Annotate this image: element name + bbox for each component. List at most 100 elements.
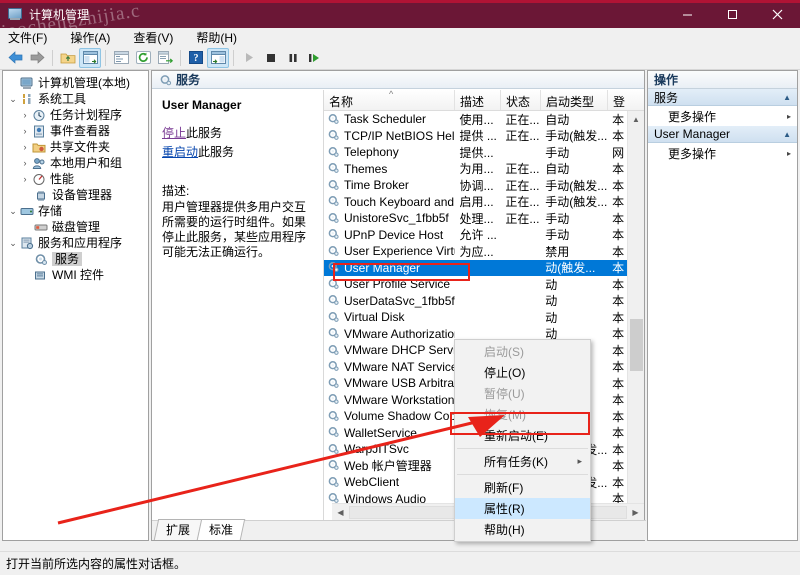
restart-service-icon[interactable]: [304, 48, 326, 68]
pause-service-icon[interactable]: [282, 48, 304, 68]
sort-ascending-icon: ^: [389, 90, 394, 99]
maximize-button[interactable]: [710, 0, 755, 28]
actions-group-title: User Manager: [654, 127, 731, 141]
chevron-up-icon[interactable]: ▲: [783, 93, 791, 102]
context-menu-item[interactable]: 属性(R): [455, 498, 590, 519]
scroll-right-icon[interactable]: ▶: [627, 508, 644, 517]
context-menu-item[interactable]: 刷新(F): [455, 477, 590, 498]
tree-item-label: 事件查看器: [50, 124, 111, 138]
table-row[interactable]: UnistoreSvc_1fbb5f 处理... 正在... 手动 本: [324, 210, 627, 227]
actions-group-services[interactable]: 服务 ▲: [648, 89, 797, 106]
service-gear-icon: [327, 311, 341, 324]
tree-item-services[interactable]: 服务: [3, 251, 148, 267]
context-menu-item[interactable]: 所有任务(K) ▸: [455, 451, 590, 472]
tree-item-wmi-control[interactable]: WMI 控件: [3, 267, 148, 283]
tree-item-storage[interactable]: ⌄ 存储: [3, 203, 148, 219]
cell-name: VMware NAT Service: [324, 360, 455, 374]
up-folder-icon[interactable]: [57, 48, 79, 68]
show-console-tree-icon[interactable]: [79, 47, 101, 68]
expander-collapsed[interactable]: ›: [19, 141, 31, 153]
table-row[interactable]: Task Scheduler 使用... 正在... 自动 本: [324, 111, 627, 128]
expander-collapsed[interactable]: ›: [19, 125, 31, 137]
cell-name: WebClient: [324, 475, 455, 489]
expander[interactable]: [7, 77, 19, 89]
column-header-description[interactable]: 描述: [455, 90, 501, 110]
back-icon[interactable]: [4, 48, 26, 68]
column-header-startup-type[interactable]: 启动类型: [541, 90, 608, 110]
tree-item-services-applications[interactable]: ⌄ 服务和应用程序: [3, 235, 148, 251]
table-row[interactable]: User Experience Virtualiz... 为应... 禁用 本: [324, 243, 627, 260]
export-list-icon[interactable]: [110, 48, 132, 68]
actions-pane: 操作 服务 ▲ 更多操作 ▸ User Manager ▲ 更多操作 ▸: [647, 70, 798, 541]
listview-vertical-scrollbar[interactable]: ▲ ▼: [627, 111, 644, 520]
start-service-icon[interactable]: [238, 48, 260, 68]
column-header-status[interactable]: 状态: [501, 90, 541, 110]
context-menu-item[interactable]: 停止(O): [455, 362, 590, 383]
close-button[interactable]: [755, 0, 800, 28]
expander-expanded[interactable]: ⌄: [7, 205, 19, 217]
menu-view[interactable]: 查看(V): [133, 29, 184, 46]
menu-action[interactable]: 操作(A): [70, 29, 121, 46]
service-name: Telephony: [344, 145, 399, 160]
column-header-log-on-as[interactable]: 登: [608, 90, 628, 110]
service-name: Time Broker: [344, 178, 409, 193]
tree-item-task-scheduler[interactable]: › 任务计划程序: [3, 107, 148, 123]
table-row[interactable]: Themes 为用... 正在... 自动 本: [324, 161, 627, 178]
service-gear-icon: [327, 195, 341, 208]
refresh-icon[interactable]: [132, 48, 154, 68]
tree-item-system-tools[interactable]: ⌄ 系统工具: [3, 91, 148, 107]
cell-name: User Profile Service: [324, 277, 455, 291]
cell-logon: 本: [612, 475, 625, 490]
tree-item-disk-management[interactable]: 磁盘管理: [3, 219, 148, 235]
show-action-pane-icon[interactable]: [207, 47, 229, 68]
tree-item-performance[interactable]: › 性能: [3, 171, 148, 187]
stop-service-link[interactable]: 停止: [162, 126, 186, 140]
expander-expanded[interactable]: ⌄: [7, 237, 19, 249]
vertical-scroll-thumb[interactable]: [630, 319, 643, 371]
expander-expanded[interactable]: ⌄: [7, 93, 19, 105]
table-row[interactable]: Touch Keyboard and Ha... 启用... 正在... 手动(触发.…: [324, 194, 627, 211]
tree-item-device-manager[interactable]: 设备管理器: [3, 187, 148, 203]
expander-collapsed[interactable]: ›: [19, 109, 31, 121]
cell-status: 正在...: [505, 112, 540, 127]
event-viewer-icon: [31, 124, 47, 138]
help-icon[interactable]: ?: [185, 48, 207, 68]
cell-desc: 为应...: [459, 244, 494, 259]
table-row[interactable]: User Manager 动(触发... 本: [324, 259, 627, 276]
table-row[interactable]: User Profile Service 动 本: [324, 276, 627, 293]
service-name: Touch Keyboard and Ha...: [344, 194, 455, 209]
menu-help[interactable]: 帮助(H): [196, 29, 248, 46]
table-row[interactable]: Time Broker 协调... 正在... 手动(触发... 本: [324, 177, 627, 194]
table-row[interactable]: UPnP Device Host 允许 ... 手动 本: [324, 227, 627, 244]
actions-group-user-manager[interactable]: User Manager ▲: [648, 126, 797, 143]
expander-collapsed[interactable]: ›: [19, 173, 31, 185]
chevron-up-icon[interactable]: ▲: [783, 130, 791, 139]
forward-icon[interactable]: [26, 48, 48, 68]
action-more-actions-user-manager[interactable]: 更多操作 ▸: [648, 143, 797, 163]
tree-item-event-viewer[interactable]: › 事件查看器: [3, 123, 148, 139]
export-icon[interactable]: [154, 48, 176, 68]
context-menu-item[interactable]: 重新启动(E): [455, 425, 590, 446]
tab-extended[interactable]: 扩展: [153, 519, 203, 540]
tab-standard[interactable]: 标准: [196, 519, 246, 540]
tree-item-local-users-groups[interactable]: › 本地用户和组: [3, 155, 148, 171]
action-more-actions-services[interactable]: 更多操作 ▸: [648, 106, 797, 126]
expander-collapsed[interactable]: ›: [19, 157, 31, 169]
table-row[interactable]: Telephony 提供... 手动 网: [324, 144, 627, 161]
context-menu-item[interactable]: 帮助(H): [455, 519, 590, 540]
table-row[interactable]: UserDataSvc_1fbb5f 动 本: [324, 293, 627, 310]
stop-link-suffix: 此服务: [186, 126, 223, 140]
table-row[interactable]: TCP/IP NetBIOS Helper 提供 ... 正在... 手动(触发...…: [324, 128, 627, 145]
stop-service-icon[interactable]: [260, 48, 282, 68]
restart-service-link[interactable]: 重启动: [162, 145, 198, 159]
scroll-left-icon[interactable]: ◀: [332, 508, 349, 517]
minimize-button[interactable]: [665, 0, 710, 28]
performance-icon: [31, 172, 47, 186]
column-header-name[interactable]: 名称 ^: [324, 90, 455, 110]
scroll-up-icon[interactable]: ▲: [628, 111, 644, 128]
menu-file[interactable]: 文件(F): [8, 29, 58, 46]
context-menu-item-label: 重新启动(E): [484, 429, 548, 443]
table-row[interactable]: Virtual Disk 动 本: [324, 309, 627, 326]
tree-item-shared-folders[interactable]: › 共享文件夹: [3, 139, 148, 155]
tree-item-computer-management[interactable]: 计算机管理(本地): [3, 75, 148, 91]
